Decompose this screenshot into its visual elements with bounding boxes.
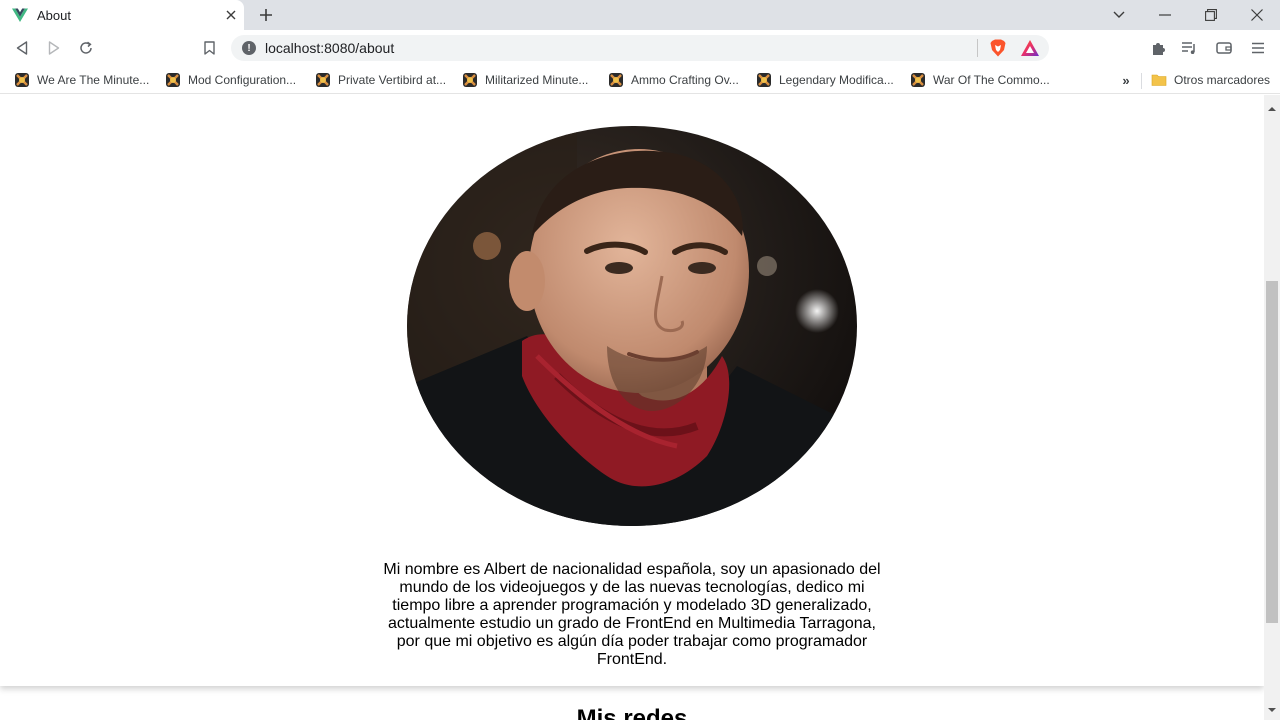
scroll-down-arrow-icon[interactable] <box>1268 706 1276 714</box>
bookmark-label: Militarized Minute... <box>485 73 589 87</box>
bookmark-item[interactable]: Legendary Modifica... <box>756 70 894 90</box>
bookmark-item[interactable]: Militarized Minute... <box>462 70 588 90</box>
scroll-up-arrow-icon[interactable] <box>1268 105 1276 113</box>
back-arrow-icon[interactable] <box>9 36 35 60</box>
nexus-mods-icon <box>316 73 330 87</box>
reload-icon[interactable] <box>73 36 99 60</box>
bookmark-label: Mod Configuration... <box>188 73 297 87</box>
scrollbar-thumb[interactable] <box>1266 281 1278 623</box>
tab-close-icon[interactable] <box>219 3 243 27</box>
bookmark-item[interactable]: We Are The Minute... <box>14 70 149 90</box>
nexus-mods-icon <box>15 73 29 87</box>
wallet-icon[interactable] <box>1211 36 1237 60</box>
bio-paragraph: Mi nombre es Albert de nacionalidad espa… <box>383 561 881 668</box>
forward-arrow-icon[interactable] <box>41 36 67 60</box>
close-window-icon[interactable] <box>1234 0 1280 30</box>
playlist-icon[interactable] <box>1176 36 1202 60</box>
extensions-puzzle-icon[interactable] <box>1145 36 1171 60</box>
nexus-mods-icon <box>463 73 477 87</box>
bookmark-label: We Are The Minute... <box>37 73 150 87</box>
bookmark-label: Private Vertibird at... <box>338 73 447 87</box>
brave-rewards-triangle-icon[interactable] <box>1020 39 1040 57</box>
address-divider <box>977 39 978 57</box>
bookmark-page-icon[interactable] <box>196 36 222 60</box>
other-bookmarks-label: Otros marcadores <box>1174 73 1271 87</box>
bookmarks-divider <box>1141 73 1142 89</box>
bookmarks-bar: We Are The Minute... Mod Configuration..… <box>0 66 1280 94</box>
folder-icon <box>1151 74 1167 86</box>
profile-photo <box>407 126 857 526</box>
bookmark-label: Legendary Modifica... <box>779 73 894 87</box>
profile-photo-image <box>407 126 857 526</box>
bookmark-label: Ammo Crafting Ov... <box>631 73 739 87</box>
page-scrollbar[interactable] <box>1264 95 1280 720</box>
menu-hamburger-icon[interactable] <box>1245 36 1271 60</box>
nexus-mods-icon <box>166 73 180 87</box>
new-tab-plus-icon[interactable] <box>254 3 278 27</box>
page-viewport: Mi nombre es Albert de nacionalidad espa… <box>0 95 1264 720</box>
tab-about[interactable]: About <box>0 0 244 30</box>
vue-logo-icon <box>12 8 28 22</box>
address-url[interactable]: localhost:8080/about <box>265 40 394 56</box>
nexus-mods-icon <box>911 73 925 87</box>
bookmark-item[interactable]: Ammo Crafting Ov... <box>608 70 739 90</box>
tab-strip: About <box>0 0 1280 30</box>
about-card: Mi nombre es Albert de nacionalidad espa… <box>0 95 1264 686</box>
bookmark-item[interactable]: Mod Configuration... <box>165 70 296 90</box>
nexus-mods-icon <box>757 73 771 87</box>
nexus-mods-icon <box>609 73 623 87</box>
bookmarks-overflow-chevron-icon[interactable]: » <box>1118 70 1134 90</box>
bookmark-item[interactable]: War Of The Commo... <box>910 70 1050 90</box>
other-bookmarks-folder[interactable]: Otros marcadores <box>1151 70 1270 90</box>
site-info-icon[interactable]: ! <box>242 41 256 55</box>
address-bar[interactable]: ! localhost:8080/about <box>231 35 1049 61</box>
tab-search-chevron-down-icon[interactable] <box>1096 0 1142 30</box>
tab-title: About <box>37 7 71 23</box>
bookmark-item[interactable]: Private Vertibird at... <box>315 70 446 90</box>
social-section-title: Mis redes <box>576 705 688 720</box>
minimize-icon[interactable] <box>1142 0 1188 30</box>
bookmark-label: War Of The Commo... <box>933 73 1050 87</box>
brave-shields-lion-icon[interactable] <box>988 38 1008 58</box>
restore-icon[interactable] <box>1188 0 1234 30</box>
